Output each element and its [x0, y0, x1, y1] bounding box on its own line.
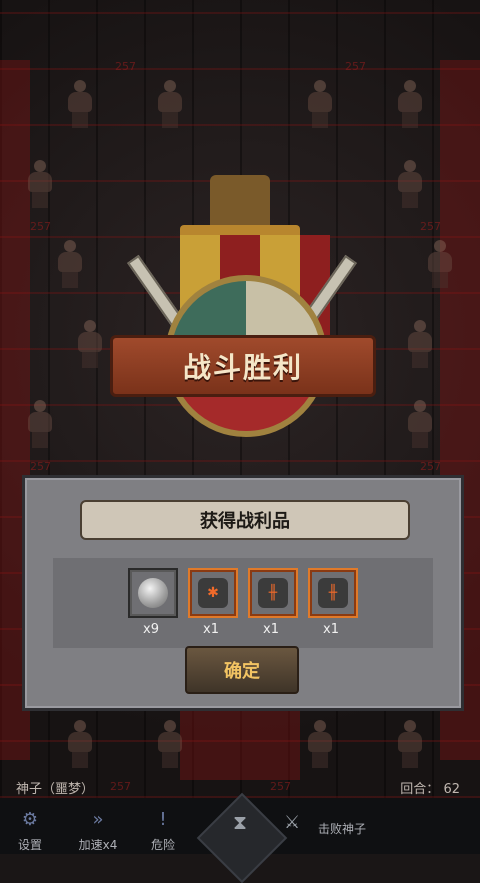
reward-item-quantity: x1	[323, 622, 339, 637]
rune-stone-icon: ╫	[318, 578, 348, 608]
reward-item-quantity: x1	[263, 622, 279, 637]
enemy-figure	[300, 80, 340, 128]
enemy-figure	[20, 160, 60, 208]
damage-number: 257	[420, 460, 441, 473]
enemy-figure	[300, 720, 340, 768]
fast-forward-icon: »	[92, 808, 104, 830]
rune-stone-icon: ╫	[258, 578, 288, 608]
rune-stone-icon: ✱	[198, 578, 228, 608]
reward-item-rune-stone[interactable]: ╫	[308, 568, 358, 618]
settings-label: 设置	[17, 838, 42, 852]
round-counter: 回合： 62	[400, 778, 460, 797]
reward-item-rune-stone[interactable]: ╫	[248, 568, 298, 618]
exclamation-icon: !	[159, 808, 167, 830]
reward-items-row: x9 ✱ x1 ╫ x1 ╫ x1	[53, 558, 433, 648]
reward-panel: 获得战利品 x9 ✱ x1 ╫ x1 ╫ x1 确定	[22, 475, 464, 711]
objective-text: 击败神子	[318, 822, 367, 836]
enemy-figure	[60, 80, 100, 128]
danger-button[interactable]: ! 危险	[135, 798, 191, 854]
speed-label: 加速x4	[78, 838, 118, 852]
enemy-figure	[400, 320, 440, 368]
enemy-figure	[150, 720, 190, 768]
damage-number: 257	[345, 60, 366, 73]
damage-number: 257	[115, 60, 136, 73]
enemy-figure	[390, 80, 430, 128]
enemy-figure	[400, 400, 440, 448]
reward-item-silver-coin[interactable]	[128, 568, 178, 618]
round-label: 回合：	[400, 782, 440, 797]
reward-panel-title: 获得战利品	[80, 500, 410, 540]
damage-number: 257	[30, 220, 51, 233]
reward-item-quantity: x9	[143, 622, 159, 637]
hourglass-icon: ⧗	[232, 810, 248, 834]
confirm-button[interactable]: 确定	[185, 646, 299, 694]
reward-item-rune-stone[interactable]: ✱	[188, 568, 238, 618]
gear-icon: ⚙	[21, 808, 39, 830]
damage-number: 257	[30, 460, 51, 473]
enemy-figure	[420, 240, 460, 288]
silver-coin-icon	[138, 578, 168, 608]
danger-label: 危险	[150, 838, 175, 852]
crossed-swords-icon: ⚔	[284, 812, 301, 833]
victory-title: 战斗胜利	[110, 335, 376, 397]
settings-button[interactable]: ⚙ 设置	[2, 798, 58, 854]
round-value: 62	[443, 782, 460, 797]
enemy-figure	[390, 720, 430, 768]
enemy-figure	[60, 720, 100, 768]
enemy-figure	[150, 80, 190, 128]
enemy-name: 神子（噩梦）	[16, 782, 95, 797]
victory-emblem: 战斗胜利	[80, 165, 400, 475]
damage-number: 257	[420, 220, 441, 233]
speed-button[interactable]: » 加速x4	[70, 798, 126, 854]
reward-item-quantity: x1	[203, 622, 219, 637]
enemy-figure	[20, 400, 60, 448]
